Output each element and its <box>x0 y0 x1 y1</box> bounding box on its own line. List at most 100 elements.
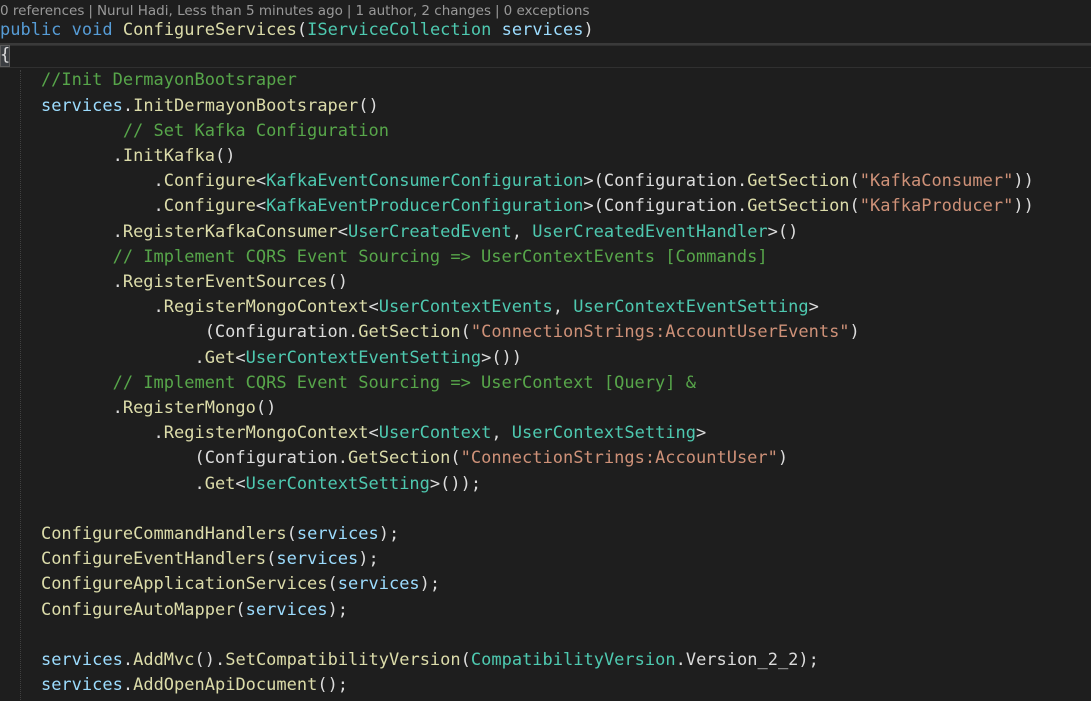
code-token: , <box>511 221 533 242</box>
code-line[interactable]: .Configure<KafkaEventConsumerConfigurati… <box>0 169 1034 194</box>
code-line[interactable]: public void ConfigureServices(IServiceCo… <box>0 18 594 43</box>
code-token: . <box>122 675 134 696</box>
code-token: .Version_2_2); <box>675 650 819 670</box>
codelens-references[interactable]: 0 references <box>0 3 84 19</box>
code-token: ( <box>460 650 471 670</box>
code-token: SetCompatibilityVersion <box>225 650 461 670</box>
code-line[interactable]: // Set Kafka Configuration <box>0 119 389 144</box>
code-line[interactable]: // Implement CQRS Event Sourcing => User… <box>0 371 696 396</box>
codelens-separator: | <box>346 3 352 19</box>
code-token: (); <box>317 675 349 696</box>
code-token: CompatibilityVersion <box>470 650 676 670</box>
code-token: services <box>40 650 123 670</box>
code-token: RegisterKafkaConsumer <box>122 221 338 242</box>
code-line[interactable]: .RegisterMongo() <box>0 396 277 421</box>
code-token: RegisterEventSources <box>122 272 328 292</box>
code-line[interactable]: services.AddOpenApiDocument(); <box>0 673 348 698</box>
code-line[interactable]: ConfigureAutoMapper(services); <box>0 598 348 623</box>
code-token: ); <box>419 574 441 595</box>
code-token: >()) <box>481 347 523 368</box>
code-line[interactable]: ConfigureCommandHandlers(services); <box>0 522 399 547</box>
code-line[interactable]: .Get<UserContextSetting>()); <box>0 472 481 497</box>
code-token: ( <box>296 20 308 40</box>
code-line[interactable]: .RegisterKafkaConsumer<UserCreatedEvent,… <box>0 220 799 245</box>
code-token: . <box>0 171 164 192</box>
code-token: (Configuration. <box>0 448 348 469</box>
code-line[interactable]: services.AddMvc().SetCompatibilityVersio… <box>0 648 819 673</box>
code-line[interactable]: (Configuration.GetSection("ConnectionStr… <box>0 320 860 345</box>
code-line[interactable]: .RegisterEventSources() <box>0 270 348 295</box>
code-token: RegisterMongoContext <box>163 297 369 318</box>
code-line[interactable]: .InitKafka() <box>0 144 236 169</box>
code-token: "ConnectionStrings:AccountUser" <box>460 448 778 469</box>
code-line[interactable]: { <box>0 43 10 68</box>
code-token: ( <box>849 171 860 192</box>
code-token: RegisterMongo <box>122 398 256 418</box>
code-line[interactable]: .RegisterMongoContext<UserContextEvents,… <box>0 295 819 320</box>
code-token: (Configuration. <box>0 322 359 343</box>
code-line[interactable]: // Implement CQRS Event Sourcing => User… <box>0 245 768 270</box>
code-token: Configure <box>163 171 256 192</box>
code-token: >(Configuration. <box>583 171 748 192</box>
code-token: ConfigureApplicationServices <box>40 574 328 595</box>
code-token: . <box>0 272 123 292</box>
code-token: < <box>235 473 246 494</box>
code-token: ) <box>777 448 789 469</box>
code-token: "KafkaConsumer" <box>859 171 1014 192</box>
code-editor[interactable]: 0 references | Nurul Hadi, Less than 5 min… <box>0 0 1091 701</box>
code-token: UserContextSetting <box>245 473 430 494</box>
code-line[interactable]: //Init DermayonBootsraper <box>0 68 297 93</box>
code-token: UserContext <box>378 423 492 444</box>
codelens-author[interactable]: Nurul Hadi, Less than 5 minutes ago <box>97 3 343 19</box>
code-token: // Implement CQRS Event Sourcing => User… <box>0 246 768 267</box>
code-token: InitDermayonBootsraper <box>133 95 359 116</box>
code-token: public <box>0 20 62 40</box>
code-token: services <box>276 549 359 570</box>
code-token: KafkaEventConsumerConfiguration <box>266 171 584 192</box>
code-token: . <box>0 398 123 418</box>
code-token: . <box>0 423 164 444</box>
code-token: UserContextEvents <box>378 297 553 318</box>
code-token: , <box>491 423 512 444</box>
code-line[interactable]: .Configure<KafkaEventProducerConfigurati… <box>0 194 1034 219</box>
code-token: ( <box>460 322 471 343</box>
code-token: )) <box>1013 196 1034 217</box>
code-token: AddMvc <box>133 650 195 670</box>
code-token: ConfigureAutoMapper <box>40 599 236 620</box>
code-line[interactable]: ConfigureApplicationServices(services); <box>0 572 440 597</box>
code-line[interactable]: (Configuration.GetSection("ConnectionStr… <box>0 446 788 471</box>
code-line[interactable]: services.InitDermayonBootsraper() <box>0 94 379 119</box>
code-token: < <box>255 171 267 192</box>
code-token: ( <box>266 549 277 570</box>
code-token: "KafkaProducer" <box>859 196 1014 217</box>
codelens-changes[interactable]: 1 author, 2 changes <box>355 3 491 19</box>
codelens-exceptions[interactable]: 0 exceptions <box>504 3 590 19</box>
code-token: services <box>40 95 123 116</box>
code-token: // Set Kafka Configuration <box>0 120 389 141</box>
codelens-separator: | <box>495 3 500 19</box>
code-token: () <box>327 272 349 292</box>
code-token: services <box>296 524 379 544</box>
code-token: ConfigureCommandHandlers <box>40 524 287 544</box>
code-token: () <box>255 398 277 418</box>
code-token: () <box>214 146 236 166</box>
code-token: ); <box>378 524 400 544</box>
code-token: Get <box>204 347 236 368</box>
code-token: < <box>337 221 349 242</box>
code-token: { <box>0 45 11 66</box>
code-token: ( <box>849 196 860 217</box>
code-line[interactable]: .Get<UserContextEventSetting>()) <box>0 346 522 371</box>
code-token: services <box>337 574 420 595</box>
code-token: . <box>0 473 205 494</box>
code-line[interactable]: .RegisterMongoContext<UserContext, UserC… <box>0 421 707 446</box>
code-token: Get <box>204 473 236 494</box>
code-token: IServiceCollection <box>307 20 492 40</box>
code-line[interactable]: ConfigureEventHandlers(services); <box>0 547 379 572</box>
code-token: UserContextEventSetting <box>573 297 809 318</box>
code-token: ( <box>327 574 338 595</box>
